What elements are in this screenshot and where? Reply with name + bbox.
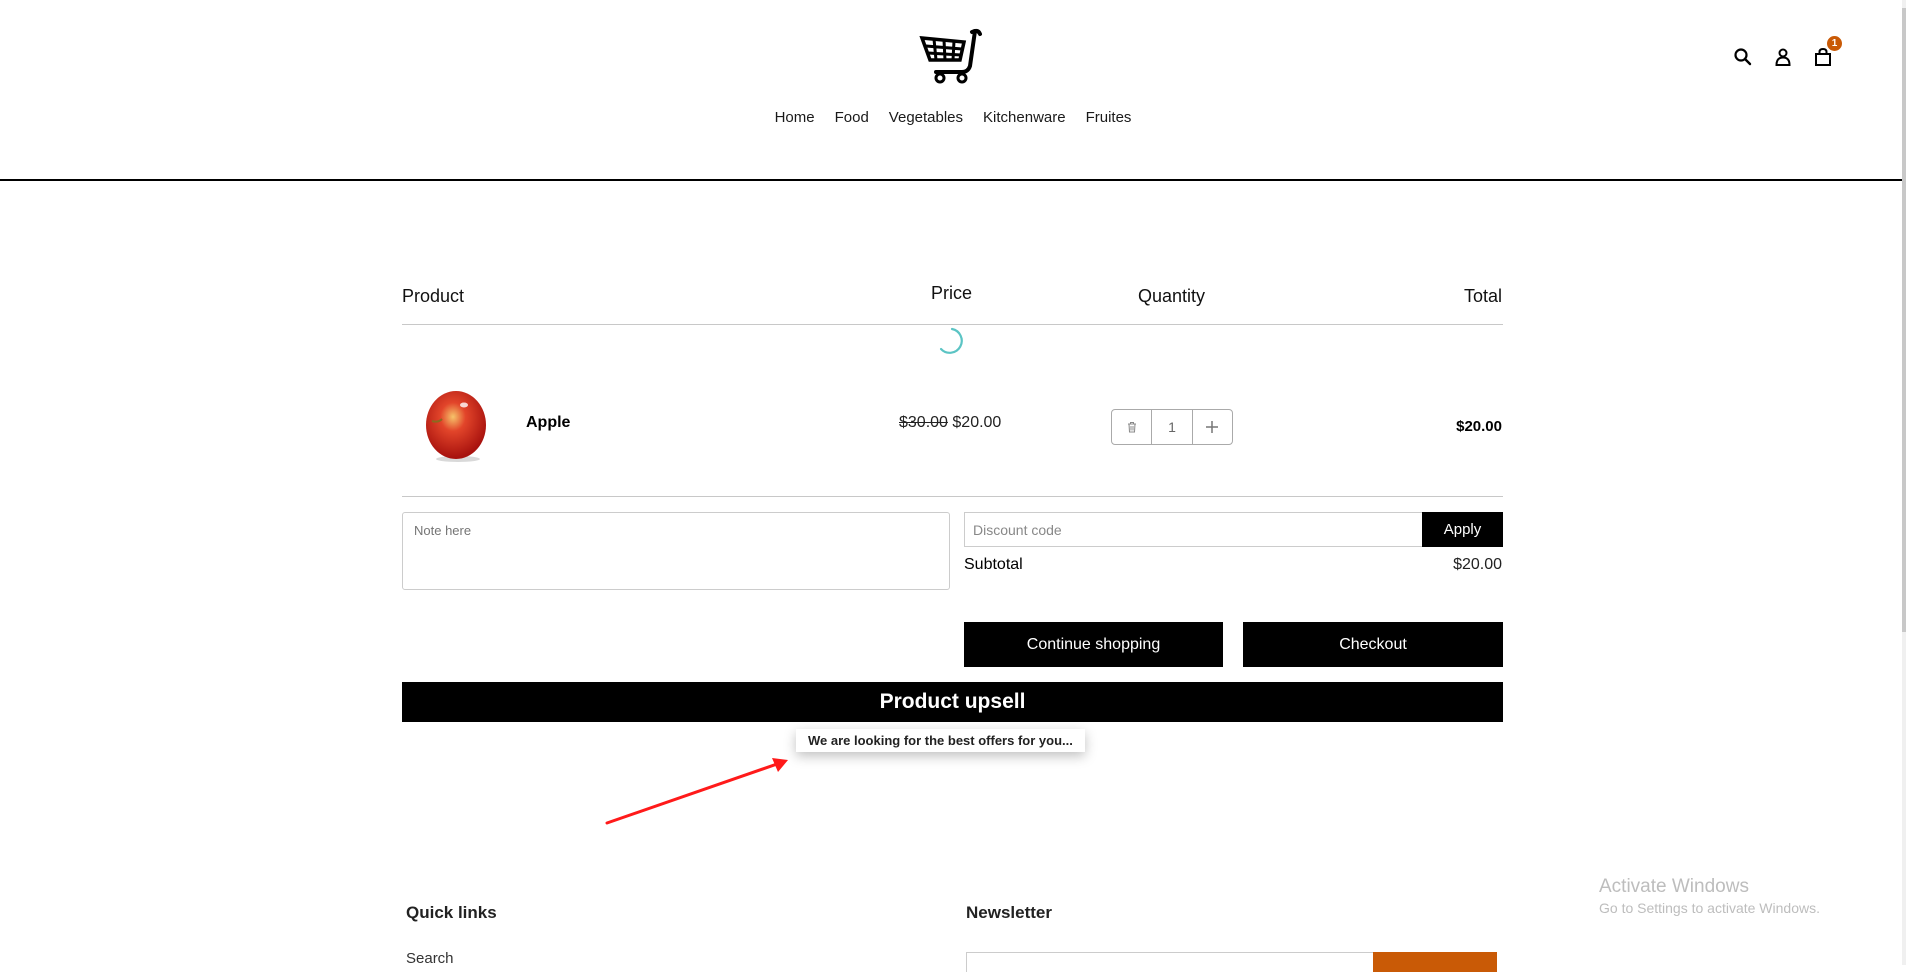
col-header-price: Price xyxy=(931,283,973,303)
increase-quantity-button[interactable] xyxy=(1191,410,1232,444)
windows-activation-watermark: Activate Windows Go to Settings to activ… xyxy=(1599,876,1820,916)
product-price: $30.00 $20.00 xyxy=(899,414,1001,432)
account-icon xyxy=(1775,48,1791,66)
remove-item-button[interactable] xyxy=(1112,410,1151,444)
activate-windows-subtitle: Go to Settings to activate Windows. xyxy=(1599,900,1820,916)
table-header-divider xyxy=(402,324,1503,325)
newsletter-subscribe-button[interactable] xyxy=(1373,952,1497,972)
newsletter-email-input[interactable] xyxy=(966,952,1374,972)
checkout-button[interactable]: Checkout xyxy=(1243,622,1503,667)
cart-button[interactable]: 1 xyxy=(1810,36,1842,70)
shopping-cart-logo-icon xyxy=(919,28,982,84)
nav-home[interactable]: Home xyxy=(765,108,825,128)
col-header-quantity: Quantity xyxy=(1138,286,1206,306)
quantity-value[interactable]: 1 xyxy=(1151,410,1191,444)
page-scrollbar-thumb[interactable] xyxy=(1902,8,1906,632)
footer-newsletter-heading: Newsletter xyxy=(966,903,1052,922)
footer-quick-links-heading: Quick links xyxy=(406,903,497,922)
account-button[interactable] xyxy=(1770,44,1796,70)
order-note-input[interactable] xyxy=(402,512,950,590)
col-header-product: Product xyxy=(402,286,465,306)
nav-food[interactable]: Food xyxy=(825,108,879,128)
upsell-title: Product upsell xyxy=(402,682,1503,722)
cart-count-badge: 1 xyxy=(1827,36,1842,51)
cart-row-divider xyxy=(402,496,1503,497)
upsell-loading-message: We are looking for the best offers for y… xyxy=(796,729,1085,752)
subtotal-value: $20.00 xyxy=(1453,556,1502,573)
annotation-arrow-icon xyxy=(605,758,788,825)
subtotal-label: Subtotal xyxy=(964,556,1023,573)
activate-windows-title: Activate Windows xyxy=(1599,876,1749,897)
store-logo[interactable] xyxy=(918,26,986,84)
quantity-stepper: 1 xyxy=(1111,409,1233,445)
nav-fruites[interactable]: Fruites xyxy=(1076,108,1142,128)
search-button[interactable] xyxy=(1730,44,1756,70)
plus-icon xyxy=(1206,421,1219,433)
line-total: $20.00 xyxy=(1456,418,1502,435)
product-image-apple[interactable] xyxy=(416,385,496,465)
main-nav: Home Food Vegetables Kitchenware Fruites xyxy=(0,108,1906,128)
trash-icon xyxy=(1127,422,1136,433)
header-divider xyxy=(0,179,1902,181)
col-header-total: Total xyxy=(1463,286,1502,306)
product-name[interactable]: Apple xyxy=(526,414,570,432)
sale-price: $20.00 xyxy=(952,414,1002,431)
nav-vegetables[interactable]: Vegetables xyxy=(879,108,973,128)
compare-at-price: $30.00 xyxy=(899,414,948,431)
footer-link-search[interactable]: Search xyxy=(406,950,454,967)
header-icons: 1 xyxy=(1730,36,1842,70)
apply-discount-button[interactable]: Apply xyxy=(1422,512,1503,547)
nav-kitchenware[interactable]: Kitchenware xyxy=(973,108,1076,128)
discount-code-input[interactable] xyxy=(964,512,1424,547)
continue-shopping-button[interactable]: Continue shopping xyxy=(964,622,1223,667)
loading-spinner-icon xyxy=(939,327,963,354)
search-icon xyxy=(1734,48,1752,66)
